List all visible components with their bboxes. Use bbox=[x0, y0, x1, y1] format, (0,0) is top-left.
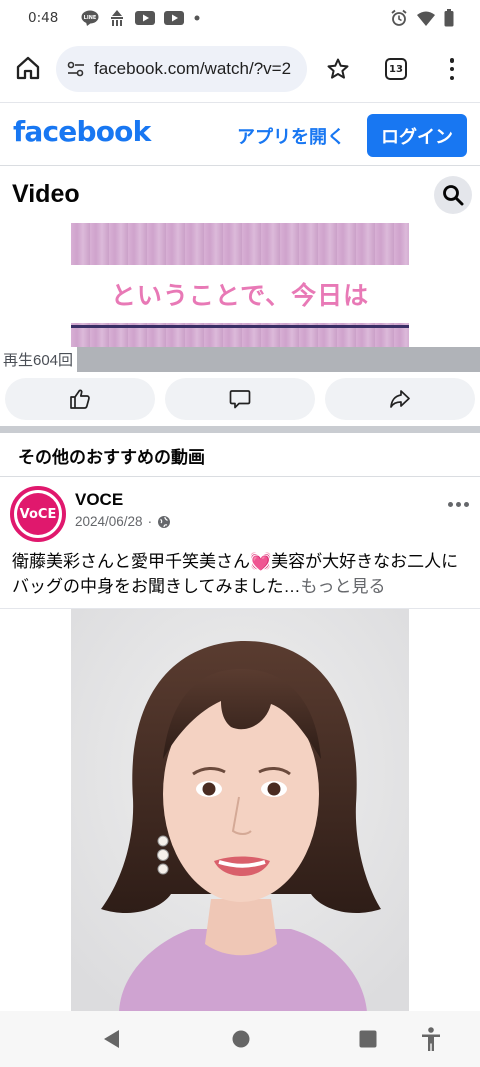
home-nav-icon[interactable] bbox=[231, 1028, 251, 1050]
like-button[interactable] bbox=[5, 378, 155, 420]
site-settings-icon[interactable] bbox=[66, 59, 86, 79]
post-date[interactable]: 2024/06/28 bbox=[75, 514, 143, 529]
status-bar: 0:48 LINE bbox=[0, 0, 480, 36]
facebook-logo[interactable]: facebook bbox=[13, 115, 151, 148]
video-thumbnail-image bbox=[71, 609, 409, 1012]
heart-emoji-icon: 💓 bbox=[250, 552, 272, 571]
recommended-video-player[interactable] bbox=[0, 608, 480, 1012]
open-app-link[interactable]: アプリを開く bbox=[237, 123, 345, 149]
post-options-icon[interactable] bbox=[448, 502, 469, 507]
share-icon bbox=[390, 390, 410, 408]
page-name[interactable]: VOCE bbox=[75, 490, 123, 510]
video-caption-band: ということで、今日は bbox=[71, 265, 409, 323]
back-icon[interactable] bbox=[101, 1028, 121, 1050]
globe-icon bbox=[158, 515, 171, 528]
post-text[interactable]: 衛藤美彩さんと愛甲千笑美さん💓美容が大好きなお二人にバッグの中身をお聞きしてみま… bbox=[12, 549, 474, 599]
comment-button[interactable] bbox=[165, 378, 315, 420]
search-icon bbox=[443, 185, 464, 206]
status-time: 0:48 bbox=[28, 10, 59, 26]
system-nav-bar bbox=[0, 1011, 480, 1067]
reaction-bar bbox=[0, 372, 480, 426]
recommendations-header: その他のおすすめの動画 bbox=[0, 433, 480, 477]
browser-toolbar: facebook.com/watch/?v=2 13 bbox=[0, 36, 480, 102]
view-count-row: 再生604回 bbox=[0, 347, 480, 372]
login-button[interactable]: ログイン bbox=[367, 114, 467, 157]
video-caption-text: ということで、今日は bbox=[110, 281, 370, 310]
url-text[interactable]: facebook.com/watch/?v=2 bbox=[94, 59, 291, 79]
battery-icon bbox=[444, 9, 454, 27]
video-divider-line bbox=[71, 325, 409, 328]
meta-separator: · bbox=[147, 514, 153, 529]
bookmark-star-icon[interactable] bbox=[326, 57, 350, 81]
alarm-icon bbox=[391, 9, 407, 26]
fb-header: facebook アプリを開く ログイン bbox=[0, 102, 480, 166]
recommended-post: VoCE VOCE 2024/06/28 · 衛藤美彩さんと愛甲千笑美さん💓美容… bbox=[0, 478, 480, 608]
see-more-link[interactable]: もっと見る bbox=[301, 577, 386, 596]
youtube-icon bbox=[164, 11, 185, 25]
share-button[interactable] bbox=[325, 378, 475, 420]
post-text-part1: 衛藤美彩さんと愛甲千笑美さん bbox=[12, 552, 250, 571]
section-divider bbox=[0, 426, 480, 433]
wifi-icon bbox=[417, 11, 435, 26]
address-bar[interactable]: facebook.com/watch/?v=2 bbox=[56, 46, 307, 92]
recents-icon[interactable] bbox=[358, 1028, 378, 1050]
youtube-icon bbox=[135, 11, 156, 25]
search-button[interactable] bbox=[434, 176, 472, 214]
tab-switcher-button[interactable]: 13 bbox=[385, 58, 407, 80]
video-section-header: Video bbox=[0, 167, 480, 223]
recommendations-title: その他のおすすめの動画 bbox=[18, 448, 205, 467]
browser-menu-icon[interactable] bbox=[444, 56, 460, 82]
home-icon[interactable] bbox=[14, 54, 42, 82]
app-icon bbox=[111, 10, 124, 26]
svg-text:LINE: LINE bbox=[84, 15, 97, 21]
page-avatar[interactable]: VoCE bbox=[10, 486, 66, 542]
view-count: 再生604回 bbox=[0, 347, 78, 372]
line-icon: LINE bbox=[81, 10, 99, 26]
comment-icon bbox=[229, 390, 251, 409]
recommended-video-frame[interactable] bbox=[71, 609, 409, 1012]
dot-icon bbox=[194, 15, 200, 21]
avatar-logo-text: VoCE bbox=[17, 493, 59, 535]
page-title: Video bbox=[12, 180, 80, 208]
thumbs-up-icon bbox=[70, 389, 90, 409]
accessibility-icon[interactable] bbox=[421, 1026, 441, 1052]
post-meta: 2024/06/28 · bbox=[75, 514, 171, 529]
video-player[interactable]: ということで、今日は bbox=[0, 223, 480, 347]
